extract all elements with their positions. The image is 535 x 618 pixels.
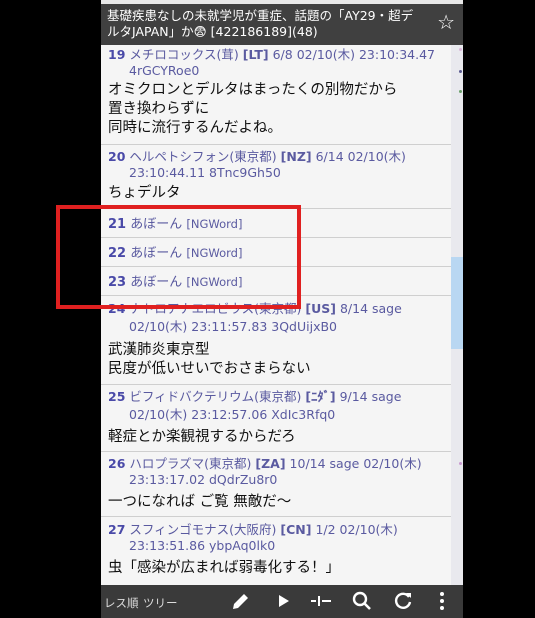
post-number[interactable]: 20 xyxy=(108,149,125,164)
post-meta: 27 スフィンゴモナス(大阪府) [CN] 1/2 02/10(木) xyxy=(108,522,398,538)
post-time-id[interactable]: 02/10(木) 23:11:57.83 3QdUijxB0 xyxy=(129,319,337,335)
res-order-button[interactable]: レス順 xyxy=(104,595,139,611)
post-id[interactable]: 4rGCYRoe0 xyxy=(129,63,199,79)
post-count: 9/14 sage xyxy=(339,389,402,404)
thread-header: 基礎疾患なしの未就学児が重症、話題の「AY29・超デルタJAPAN」か😨 [42… xyxy=(101,4,463,45)
post-body-line: 武漢肺炎東京型 xyxy=(108,342,210,358)
scroll-marker xyxy=(459,48,462,51)
poster-name[interactable]: メチロコックス(茸) xyxy=(129,47,238,62)
post-number[interactable]: 27 xyxy=(108,522,125,537)
country-code: [NZ] xyxy=(280,149,312,164)
post-body-line: 虫「感染が広まれば弱毒化する！」 xyxy=(108,560,340,576)
app-screen: 基礎疾患なしの未就学児が重症、話題の「AY29・超デルタJAPAN」か😨 [42… xyxy=(101,0,463,618)
post-time-id[interactable]: 02/10(木) 23:12:57.06 XdIc3Rfq0 xyxy=(129,407,335,423)
country-code: [LT] xyxy=(242,47,269,62)
scroll-marker xyxy=(459,462,462,465)
refresh-icon[interactable] xyxy=(391,589,415,613)
scrollbar[interactable] xyxy=(451,45,463,585)
post-meta: 26 ハロプラズマ(東京都) [ZA] 10/14 sage 02/10(木) xyxy=(108,456,422,472)
post-meta: 20 ヘルペトシフォン(東京都) [NZ] 6/14 02/10(木) xyxy=(108,149,406,165)
post-25[interactable]: 25 ビフィドバクテリウム(東京都) [ﾆﾀﾞ] 9/14 sage 02/10… xyxy=(101,385,451,452)
post-count: 6/14 xyxy=(315,149,344,164)
bottom-toolbar: レス順 ツリー xyxy=(101,585,463,618)
post-26[interactable]: 26 ハロプラズマ(東京都) [ZA] 10/14 sage 02/10(木) … xyxy=(101,452,451,517)
poster-name[interactable]: ヘルペトシフォン(東京都) xyxy=(129,149,276,164)
country-code: [US] xyxy=(305,301,336,316)
highlight-box xyxy=(56,205,301,309)
post-list[interactable]: 19 メチロコックス(茸) [LT] 6/8 02/10(木) 23:10:34… xyxy=(101,45,451,585)
star-icon[interactable]: ☆ xyxy=(437,12,455,32)
post-body-line: 置き換わらずに xyxy=(108,101,210,117)
poster-name[interactable]: スフィンゴモナス(大阪府) xyxy=(129,522,276,537)
country-code: [ZA] xyxy=(255,456,286,471)
post-datetime: 02/10(木) 23:10:34.47 xyxy=(296,47,435,62)
post-body-line: 民度が低いせいでおさまらない xyxy=(108,361,311,377)
post-count: 8/14 sage xyxy=(339,301,402,316)
scroll-thumb[interactable] xyxy=(451,257,463,349)
post-meta: 25 ビフィドバクテリウム(東京都) [ﾆﾀﾞ] 9/14 sage xyxy=(108,389,401,405)
scroll-marker xyxy=(459,70,462,73)
post-27[interactable]: 27 スフィンゴモナス(大阪府) [CN] 1/2 02/10(木) 23:13… xyxy=(101,517,451,585)
search-icon[interactable] xyxy=(350,589,374,613)
thread-title: 基礎疾患なしの未就学児が重症、話題の「AY29・超デルタJAPAN」か😨 [42… xyxy=(107,8,414,39)
post-body-line: オミクロンとデルタはまったくの別物だから xyxy=(108,82,398,98)
country-code: [CN] xyxy=(280,522,312,537)
post-count: 6/8 xyxy=(272,47,293,62)
post-number[interactable]: 25 xyxy=(108,389,125,404)
play-icon[interactable] xyxy=(271,589,295,613)
jump-icon[interactable] xyxy=(309,589,333,613)
post-body-line: 一つになれば ご覧 無敵だ〜 xyxy=(108,494,292,510)
more-icon[interactable] xyxy=(430,589,454,613)
post-meta: 19 メチロコックス(茸) [LT] 6/8 02/10(木) 23:10:34… xyxy=(108,47,435,63)
pencil-icon[interactable] xyxy=(229,589,253,613)
post-count: 10/14 sage 02/10(木) xyxy=(289,456,422,471)
post-datetime: 02/10(木) xyxy=(347,149,406,164)
post-24[interactable]: 24 ナトロアナエロビウス(東京都) [US] 8/14 sage 02/10(… xyxy=(101,296,451,385)
poster-name[interactable]: ビフィドバクテリウム(東京都) xyxy=(129,389,301,404)
post-number[interactable]: 19 xyxy=(108,47,125,62)
post-body-line: 軽症とか楽観視するからだろ xyxy=(108,429,296,445)
scroll-marker xyxy=(459,90,462,93)
post-number[interactable]: 26 xyxy=(108,456,125,471)
post-19[interactable]: 19 メチロコックス(茸) [LT] 6/8 02/10(木) 23:10:34… xyxy=(101,45,451,145)
poster-name[interactable]: ハロプラズマ(東京都) xyxy=(129,456,251,471)
post-body-line: 同時に流行するんだよね。 xyxy=(108,120,282,136)
post-20[interactable]: 20 ヘルペトシフォン(東京都) [NZ] 6/14 02/10(木) 23:1… xyxy=(101,145,451,209)
country-code: [ﾆﾀﾞ] xyxy=(305,389,336,404)
post-count: 1/2 02/10(木) xyxy=(315,522,398,537)
post-time-id[interactable]: 23:10:44.11 8Tnc9Gh50 xyxy=(129,165,281,181)
post-time-id[interactable]: 23:13:17.02 dQdrZu8r0 xyxy=(129,472,277,488)
post-body-line: ちょデルタ xyxy=(108,185,181,201)
tree-button[interactable]: ツリー xyxy=(143,595,178,611)
post-time-id[interactable]: 23:13:51.86 ybpAq0lk0 xyxy=(129,538,275,554)
